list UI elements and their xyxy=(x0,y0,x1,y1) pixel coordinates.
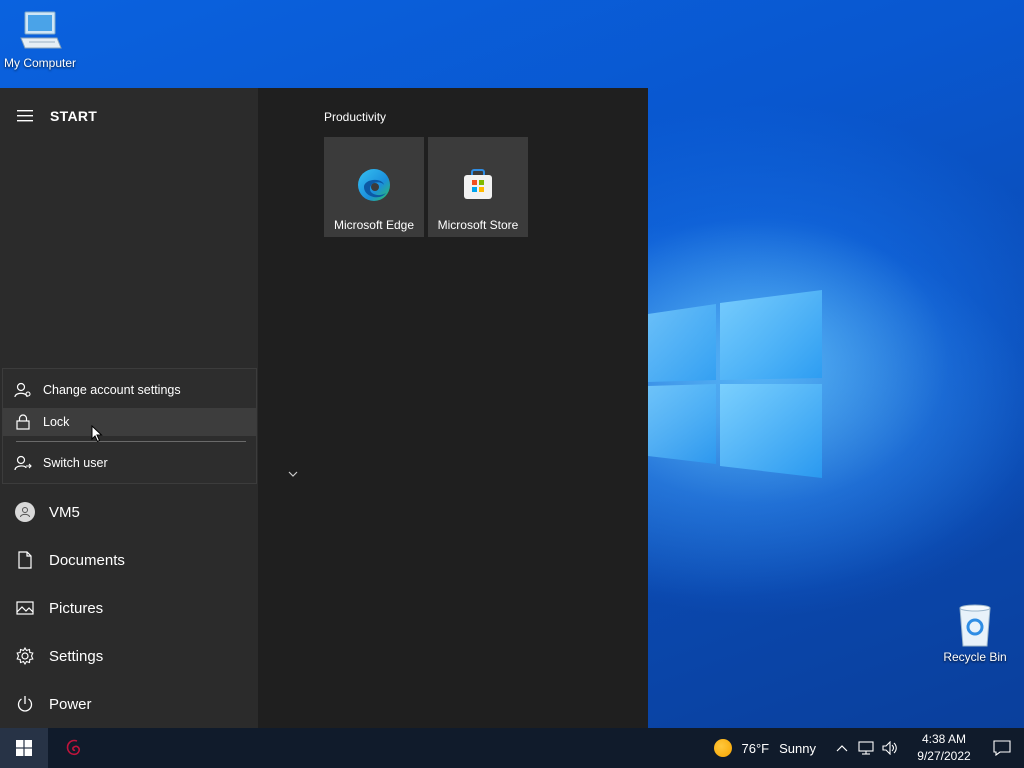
nav-item-label: VM5 xyxy=(49,503,80,521)
edge-icon xyxy=(358,169,390,201)
change-account-settings-item[interactable]: Change account settings xyxy=(3,376,256,404)
network-button[interactable] xyxy=(854,741,878,755)
computer-icon xyxy=(20,11,62,49)
nav-item-pictures[interactable]: Pictures xyxy=(0,584,258,632)
mouse-cursor-icon xyxy=(91,425,103,443)
nav-item-power[interactable]: Power xyxy=(0,680,258,728)
power-icon xyxy=(17,696,32,712)
weather-widget[interactable]: 76°F Sunny xyxy=(713,739,816,757)
show-hidden-icons-button[interactable] xyxy=(830,744,854,752)
picture-icon xyxy=(15,601,34,615)
nav-item-label: Pictures xyxy=(49,599,104,617)
tile-label: Microsoft Store xyxy=(437,218,519,232)
speaker-icon xyxy=(882,741,897,755)
weather-temp: 76°F xyxy=(741,740,770,756)
start-menu-title: START xyxy=(50,108,98,124)
wallpaper-windows-logo xyxy=(648,288,824,480)
user-avatar-icon xyxy=(14,502,35,522)
start-button[interactable] xyxy=(0,728,48,768)
document-icon xyxy=(17,551,32,569)
switch-user-item[interactable]: Switch user xyxy=(3,449,256,477)
tile-label: Microsoft Edge xyxy=(333,218,415,232)
chevron-down-icon xyxy=(288,471,298,477)
taskbar-app-debian[interactable] xyxy=(58,734,90,762)
nav-item-documents[interactable]: Documents xyxy=(0,536,258,584)
hamburger-menu-button[interactable] xyxy=(0,110,50,122)
clock-time: 4:38 AM xyxy=(921,732,967,746)
desktop-icon-label: My Computer xyxy=(3,56,77,70)
account-flyout: Change account settings Lock Switch user xyxy=(2,368,257,484)
volume-button[interactable] xyxy=(878,741,902,755)
tile-group-label: Productivity xyxy=(324,110,387,124)
clock[interactable]: 4:38 AM 9/27/2022 xyxy=(908,731,980,765)
lock-icon xyxy=(16,414,30,430)
recycle-bin-icon xyxy=(959,604,991,647)
nav-item-label: Documents xyxy=(49,551,125,569)
start-menu-left-pane: START Change account settings Lock Switc… xyxy=(0,88,258,728)
flyout-item-label: Lock xyxy=(43,415,70,429)
hamburger-icon xyxy=(17,110,33,122)
nav-item-label: Settings xyxy=(49,647,104,665)
nav-item-label: Power xyxy=(49,695,92,713)
tile-microsoft-edge[interactable]: Microsoft Edge xyxy=(324,137,424,237)
clock-date: 9/27/2022 xyxy=(917,749,971,763)
network-icon xyxy=(858,741,874,755)
desktop-icon-recycle-bin[interactable]: Recycle Bin xyxy=(935,602,1015,664)
collapse-chevron-button[interactable] xyxy=(286,466,300,484)
account-settings-icon xyxy=(14,382,31,398)
chevron-up-icon xyxy=(836,745,848,752)
flyout-divider xyxy=(16,441,246,442)
switch-user-icon xyxy=(14,455,32,471)
desktop-icon-my-computer[interactable]: My Computer xyxy=(0,10,80,70)
debian-swirl-icon xyxy=(66,739,80,756)
notification-icon xyxy=(993,740,1011,756)
taskbar: 76°F Sunny 4:38 AM 9/27/2022 xyxy=(0,728,1024,768)
start-menu-header: START xyxy=(0,100,258,132)
desktop-icon-label: Recycle Bin xyxy=(943,650,1007,664)
flyout-item-label: Change account settings xyxy=(43,383,181,397)
weather-condition: Sunny xyxy=(779,740,816,756)
start-menu: START Change account settings Lock Switc… xyxy=(0,88,648,728)
notification-center-button[interactable] xyxy=(980,740,1024,756)
tile-microsoft-store[interactable]: Microsoft Store xyxy=(428,137,528,237)
windows-logo-icon xyxy=(16,740,32,756)
nav-item-settings[interactable]: Settings xyxy=(0,632,258,680)
sun-icon xyxy=(713,739,732,757)
flyout-item-label: Switch user xyxy=(43,456,108,470)
system-tray: 76°F Sunny 4:38 AM 9/27/2022 xyxy=(713,728,1024,768)
lock-item[interactable]: Lock xyxy=(3,408,256,436)
store-icon xyxy=(464,169,492,199)
gear-icon xyxy=(15,647,34,665)
nav-item-user[interactable]: VM5 xyxy=(0,488,258,536)
